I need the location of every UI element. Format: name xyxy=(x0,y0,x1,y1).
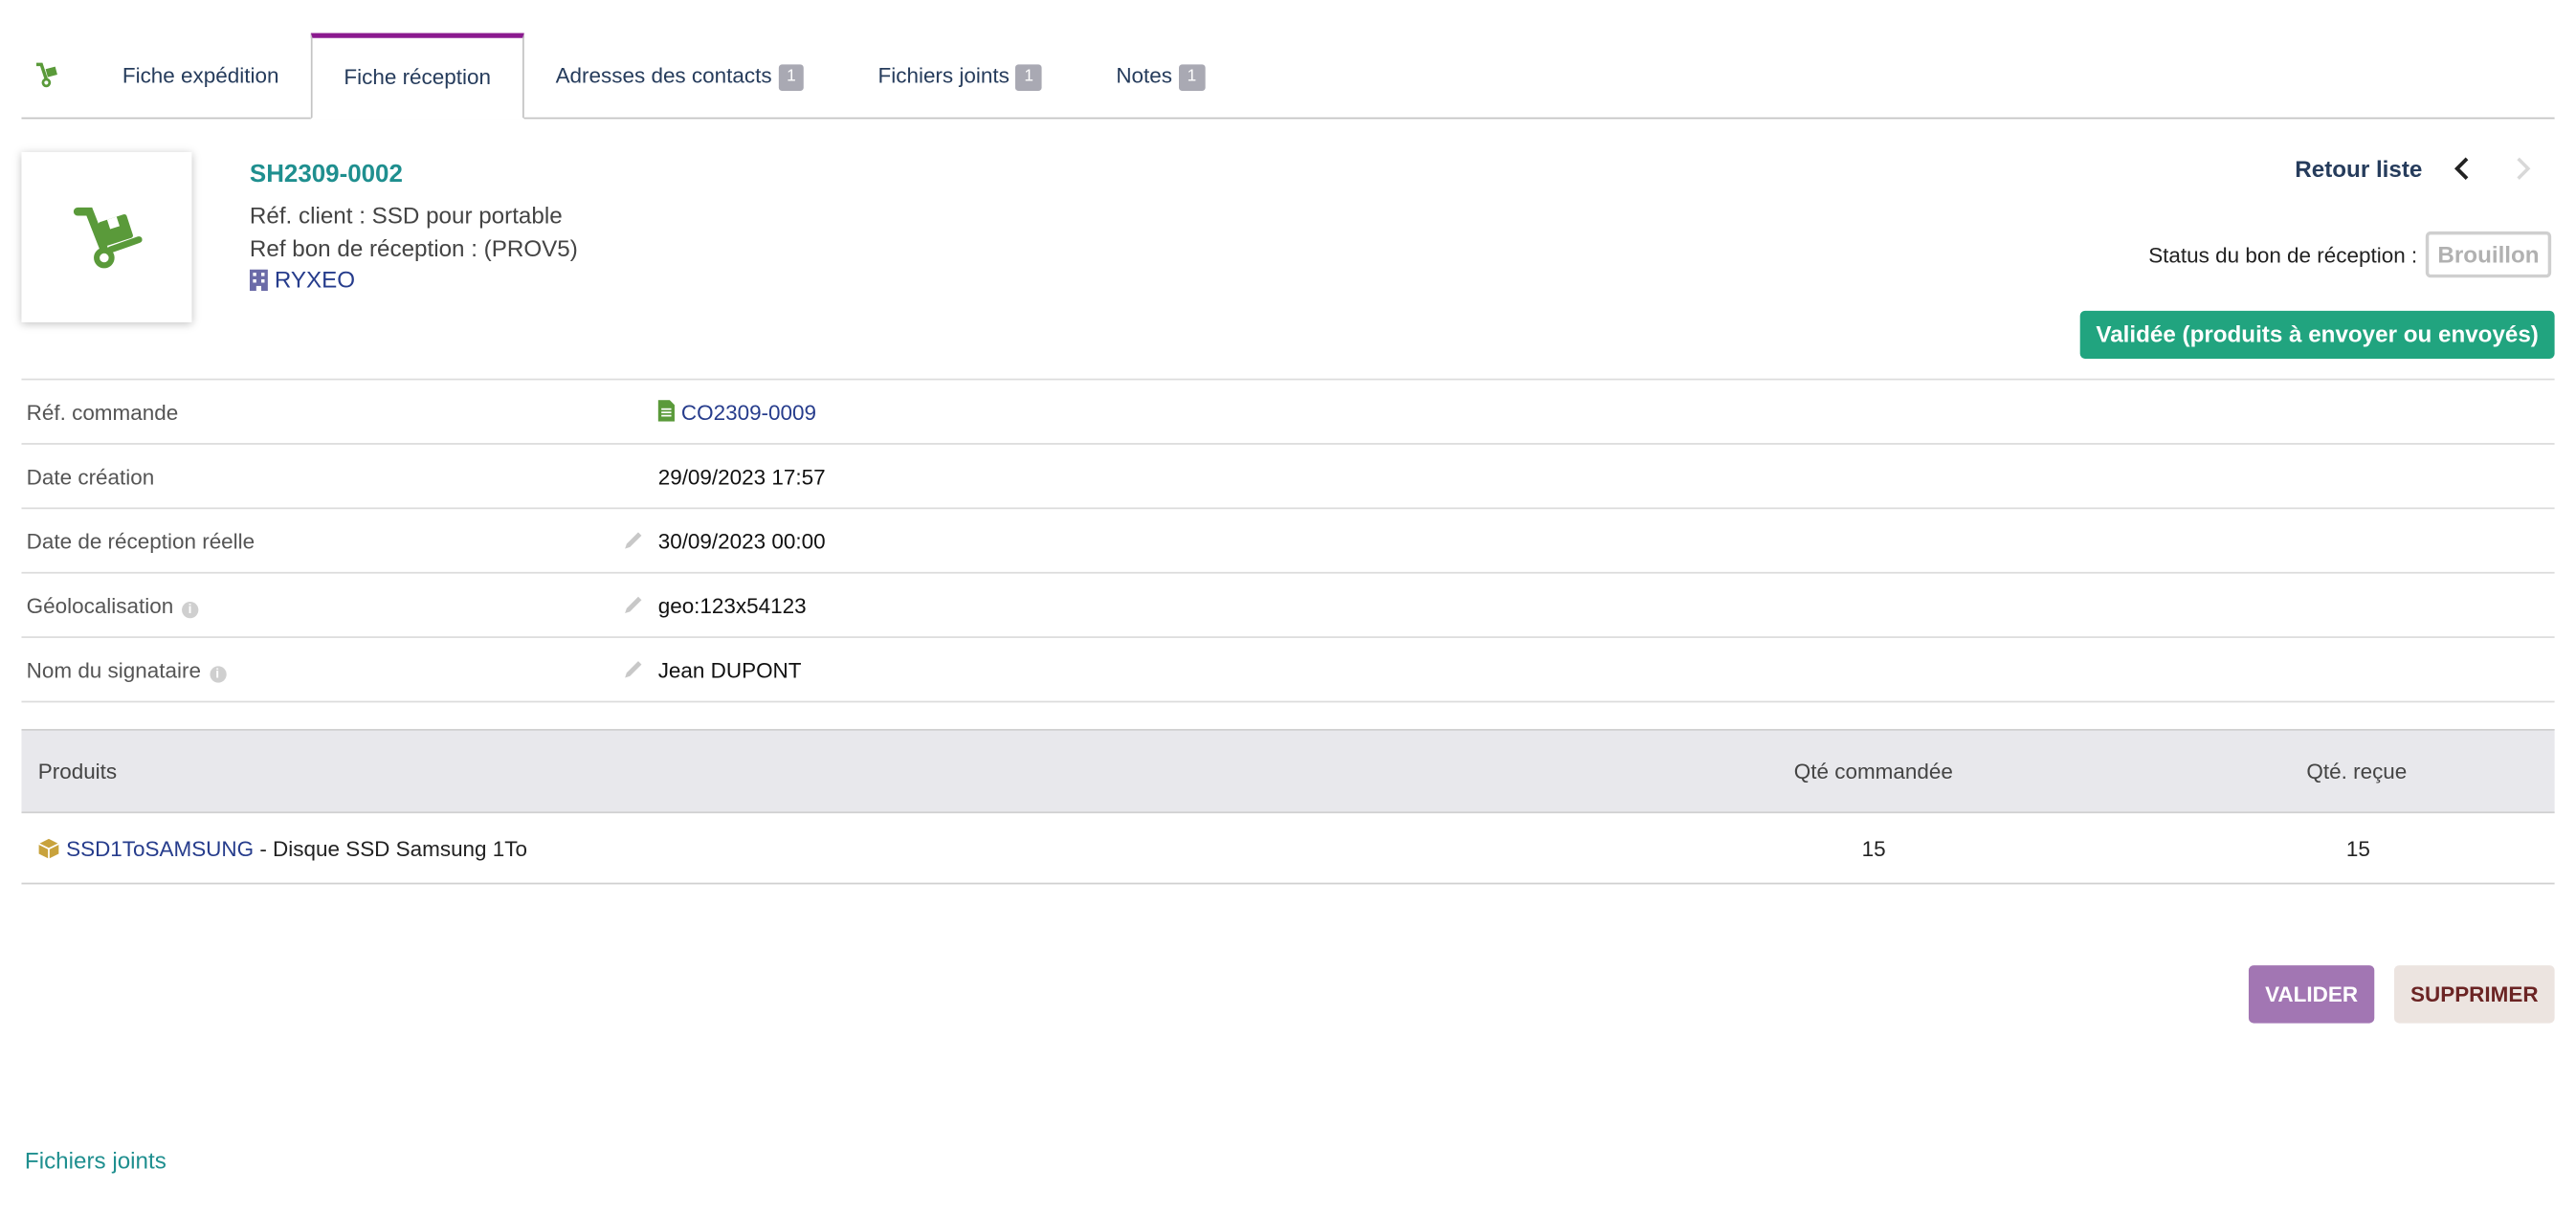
tab-label: Fichiers joints xyxy=(877,62,1010,88)
products-table-header: Produits Qté commandée Qté. reçue xyxy=(21,729,2555,814)
field-row-signatory: Nom du signataire i Jean DUPONT xyxy=(21,638,2555,703)
qty-ordered-cell: 15 xyxy=(1861,836,1886,862)
column-header-qty-received: Qté. reçue xyxy=(2306,759,2408,784)
products-table: Produits Qté commandée Qté. reçue SSD1To… xyxy=(21,729,2555,885)
chevron-left-icon xyxy=(2454,157,2469,180)
field-label: Réf. commande xyxy=(26,400,179,426)
shipment-reference: SH2309-0002 xyxy=(249,160,403,188)
field-row-geolocation: Géolocalisation i geo:123x54123 xyxy=(21,574,2555,638)
status-draft-badge: Brouillon xyxy=(2425,231,2552,278)
tab-fiche-expedition[interactable]: Fiche expédition xyxy=(122,33,279,116)
fields-table: Réf. commande CO2309-0009 Date création … xyxy=(21,378,2555,703)
tab-notes[interactable]: Notes 1 xyxy=(1116,33,1205,116)
back-to-list-link[interactable]: Retour liste xyxy=(2295,155,2422,182)
attached-files-link[interactable]: Fichiers joints xyxy=(25,1147,167,1174)
validate-button[interactable]: VALIDER xyxy=(2248,965,2375,1024)
building-icon xyxy=(249,269,268,297)
chevron-right-icon xyxy=(2517,157,2531,180)
company-link[interactable]: RYXEO xyxy=(249,266,356,297)
field-value: 30/09/2023 00:00 xyxy=(657,528,826,554)
tab-bar: Fiche expédition Fiche réception Adresse… xyxy=(21,0,2555,120)
status-validated-badge: Validée (produits à envoyer ou envoyés) xyxy=(2079,310,2555,359)
tab-fichiers-joints[interactable]: Fichiers joints 1 xyxy=(878,33,1042,116)
tab-badge: 1 xyxy=(1178,64,1205,92)
product-code-link[interactable]: SSD1ToSAMSUNG xyxy=(66,836,254,861)
client-reference: Réf. client : SSD pour portable xyxy=(249,201,563,229)
tab-fiche-reception[interactable]: Fiche réception xyxy=(310,33,524,120)
table-row: SSD1ToSAMSUNG - Disque SSD Samsung 1To 1… xyxy=(21,813,2555,885)
field-label: Date de réception réelle xyxy=(26,528,255,554)
field-label-text: Nom du signataire xyxy=(26,657,201,683)
delete-button[interactable]: SUPPRIMER xyxy=(2393,965,2555,1024)
order-ref-link[interactable]: CO2309-0009 xyxy=(657,400,817,427)
info-icon[interactable]: i xyxy=(181,601,199,619)
tab-label: Fiche réception xyxy=(344,64,491,90)
column-header-product: Produits xyxy=(37,759,118,784)
pencil-icon[interactable] xyxy=(622,529,645,561)
field-value: geo:123x54123 xyxy=(657,593,807,619)
qty-received-cell: 15 xyxy=(2345,836,2370,862)
field-value: 29/09/2023 17:57 xyxy=(657,464,826,490)
field-label: Géolocalisation i xyxy=(26,593,199,619)
tab-label: Adresses des contacts xyxy=(555,62,772,88)
field-row-order-ref: Réf. commande CO2309-0009 xyxy=(21,380,2555,445)
field-label: Date création xyxy=(26,464,155,490)
page-root: Fiche expédition Fiche réception Adresse… xyxy=(0,0,2576,1213)
product-description: - Disque SSD Samsung 1To xyxy=(254,836,528,862)
field-value: Jean DUPONT xyxy=(657,657,802,683)
dolly-icon xyxy=(33,61,60,88)
order-ref-value: CO2309-0009 xyxy=(680,400,817,426)
tab-adresses-contacts[interactable]: Adresses des contacts 1 xyxy=(556,33,805,116)
field-label-text: Géolocalisation xyxy=(26,593,174,619)
product-box-icon xyxy=(38,838,59,865)
tab-label: Fiche expédition xyxy=(122,62,279,88)
tab-badge: 1 xyxy=(778,64,805,92)
pencil-icon[interactable] xyxy=(622,658,645,690)
object-thumbnail xyxy=(21,151,192,322)
tab-label: Notes xyxy=(1116,62,1173,88)
field-label: Nom du signataire i xyxy=(27,658,226,683)
info-icon[interactable]: i xyxy=(209,666,226,683)
product-cell: SSD1ToSAMSUNG - Disque SSD Samsung 1To xyxy=(38,836,527,864)
field-row-reception-date: Date de réception réelle 30/09/2023 00:0… xyxy=(21,509,2555,574)
reception-reference: Ref bon de réception : (PROV5) xyxy=(249,234,578,262)
document-icon xyxy=(657,400,675,427)
previous-record-button[interactable] xyxy=(2449,154,2476,184)
column-header-qty-ordered: Qté commandée xyxy=(1793,759,1953,784)
pencil-icon[interactable] xyxy=(622,593,645,625)
status-label: Status du bon de réception : xyxy=(2148,243,2418,268)
company-name: RYXEO xyxy=(274,266,356,293)
next-record-button[interactable] xyxy=(2510,154,2537,184)
dolly-large-icon xyxy=(73,207,143,269)
field-row-creation-date: Date création 29/09/2023 17:57 xyxy=(21,445,2555,510)
tab-badge: 1 xyxy=(1015,64,1042,92)
